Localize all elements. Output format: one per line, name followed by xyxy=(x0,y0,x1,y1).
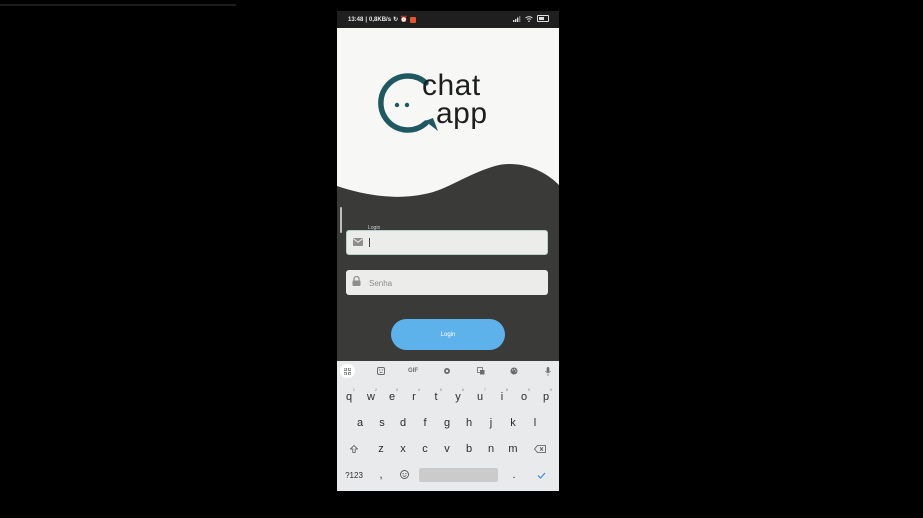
palette-icon[interactable] xyxy=(507,364,521,378)
mic-icon[interactable] xyxy=(541,364,555,378)
translate-icon[interactable] xyxy=(474,364,488,378)
battery-icon xyxy=(537,15,549,22)
key-label: w xyxy=(367,391,375,403)
key-t[interactable]: t5 xyxy=(426,387,446,407)
key-l[interactable]: l xyxy=(525,413,545,433)
backspace-icon xyxy=(534,445,546,453)
symbols-key[interactable]: ?123 xyxy=(343,465,365,485)
sticker-icon[interactable] xyxy=(374,364,388,378)
key-label: t xyxy=(434,391,438,403)
login-field[interactable] xyxy=(346,230,548,255)
key-p[interactable]: p0 xyxy=(536,387,556,407)
lock-icon xyxy=(352,276,361,286)
key-label: i xyxy=(500,391,504,403)
password-input[interactable] xyxy=(367,274,541,292)
key-g[interactable]: g xyxy=(437,413,457,433)
key-f[interactable]: f xyxy=(415,413,435,433)
key-j[interactable]: j xyxy=(481,413,501,433)
status-bar: 13:48 | 0,8KB/s ↻ ⏰ xyxy=(337,11,559,28)
key-s[interactable]: s xyxy=(372,413,392,433)
key-o[interactable]: o9 xyxy=(514,387,534,407)
key-hint: 9 xyxy=(527,387,530,392)
key-hint: 0 xyxy=(549,387,552,392)
check-icon xyxy=(537,472,545,479)
key-i[interactable]: i8 xyxy=(492,387,512,407)
key-q[interactable]: q1 xyxy=(339,387,359,407)
sync-icon: ↻ xyxy=(393,17,399,23)
status-left: 13:48 | 0,8KB/s ↻ ⏰ xyxy=(348,16,416,23)
phone-screen: 13:48 | 0,8KB/s ↻ ⏰ chat app Login Login… xyxy=(337,11,559,491)
key-b[interactable]: b xyxy=(459,439,479,459)
key-z[interactable]: z xyxy=(371,439,391,459)
key-label: q xyxy=(345,391,353,403)
gif-button[interactable]: GIF xyxy=(405,364,421,378)
comma-key[interactable]: , xyxy=(371,465,391,485)
signal-icon xyxy=(513,15,521,22)
emoji-key[interactable] xyxy=(394,464,414,484)
key-label: y xyxy=(455,391,461,403)
period-key[interactable]: . xyxy=(504,465,524,485)
key-h[interactable]: h xyxy=(459,413,479,433)
key-c[interactable]: c xyxy=(415,439,435,459)
status-speed: 0,8KB/s xyxy=(369,16,392,23)
email-icon xyxy=(353,238,363,246)
shift-key[interactable] xyxy=(344,439,364,459)
key-x[interactable]: x xyxy=(393,439,413,459)
key-r[interactable]: r4 xyxy=(404,387,424,407)
key-w[interactable]: w2 xyxy=(361,387,381,407)
chatapp-logo: chat app xyxy=(378,69,518,149)
status-time: 13:48 xyxy=(348,16,364,23)
password-field[interactable] xyxy=(346,270,548,295)
mi-notification-icon xyxy=(409,16,416,23)
soft-keyboard: GIF q1w2e3r4t5y6u7i8o9p0asdfghjklzxcvbnm… xyxy=(337,361,559,491)
key-y[interactable]: y6 xyxy=(448,387,468,407)
key-hint: 2 xyxy=(374,387,377,392)
keyboard-toolbar: GIF xyxy=(337,361,559,382)
key-a[interactable]: a xyxy=(350,413,370,433)
wifi-icon xyxy=(525,15,533,22)
key-hint: 5 xyxy=(439,387,442,392)
key-hint: 6 xyxy=(461,387,464,392)
key-hint: 1 xyxy=(352,387,355,392)
key-d[interactable]: d xyxy=(393,413,413,433)
background-line xyxy=(0,4,236,6)
shift-icon xyxy=(350,445,358,453)
login-input[interactable] xyxy=(368,235,542,253)
key-m[interactable]: m xyxy=(503,439,523,459)
apps-grid-icon[interactable] xyxy=(340,364,355,378)
key-hint: 7 xyxy=(483,387,486,392)
key-u[interactable]: u7 xyxy=(470,387,490,407)
key-hint: 4 xyxy=(417,387,420,392)
emoji-icon xyxy=(399,469,409,479)
key-e[interactable]: e3 xyxy=(382,387,402,407)
login-button[interactable]: Login xyxy=(391,319,505,350)
done-key[interactable] xyxy=(531,465,551,485)
settings-icon[interactable] xyxy=(440,364,454,378)
status-right xyxy=(513,15,549,22)
key-k[interactable]: k xyxy=(503,413,523,433)
alarm-icon: ⏰ xyxy=(400,17,408,23)
key-label: e xyxy=(388,391,396,403)
scroll-indicator xyxy=(340,207,342,233)
key-v[interactable]: v xyxy=(437,439,457,459)
key-hint: 8 xyxy=(505,387,508,392)
key-n[interactable]: n xyxy=(481,439,501,459)
key-label: r xyxy=(412,391,416,403)
backspace-key[interactable] xyxy=(530,439,550,459)
key-label: p xyxy=(542,391,550,403)
spacebar[interactable] xyxy=(419,468,498,482)
key-label: u xyxy=(476,391,484,403)
key-hint: 3 xyxy=(395,387,398,392)
logo-word-app: app xyxy=(436,97,488,130)
key-label: o xyxy=(520,391,528,403)
